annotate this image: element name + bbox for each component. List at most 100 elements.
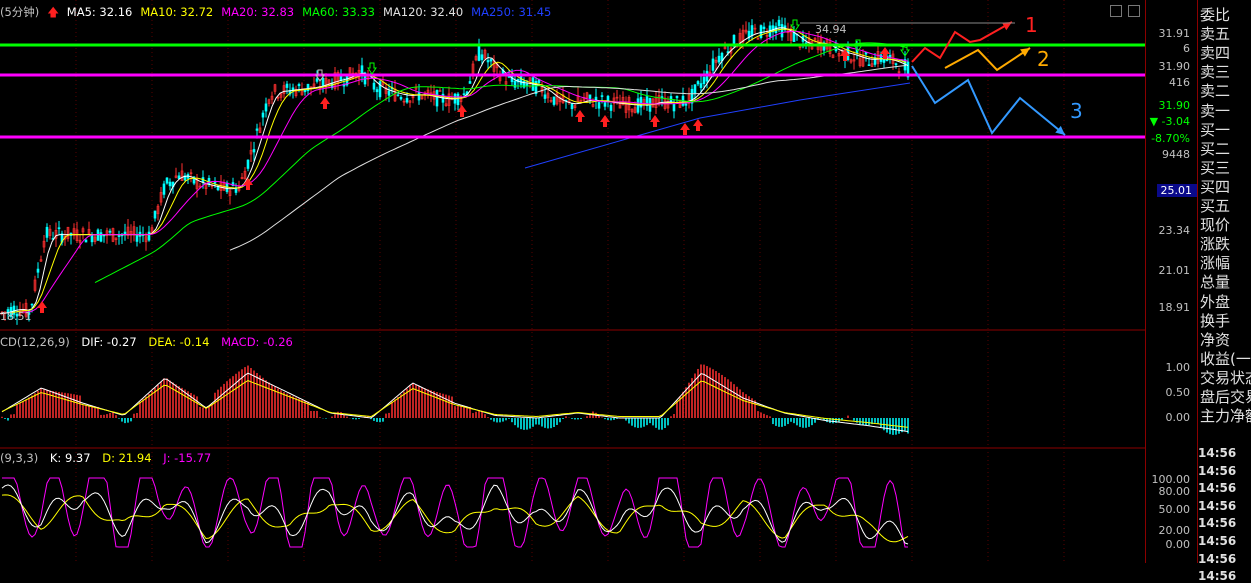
scenario-2-arrow xyxy=(944,47,1031,72)
candle-body xyxy=(636,98,640,113)
axis-label: 31.90 xyxy=(1158,60,1191,73)
side-item-7[interactable]: 买二 xyxy=(1200,139,1230,159)
kdj-title: (9,3,3) xyxy=(0,451,39,465)
side-item-6[interactable]: 买一 xyxy=(1200,120,1230,140)
candle-body xyxy=(777,19,781,27)
scenario-arrows xyxy=(911,21,1066,136)
side-item-20[interactable]: 盘后交易 xyxy=(1200,387,1251,407)
side-item-5[interactable]: 卖一 xyxy=(1200,101,1230,121)
macd-axis-label: 1.00 xyxy=(1165,361,1191,374)
candle-body xyxy=(792,32,796,42)
macd-legend: CD(12,26,9) DIF: -0.27 DEA: -0.14 MACD: … xyxy=(0,335,301,349)
buy-signal-icon xyxy=(37,301,47,313)
candle-body xyxy=(135,235,139,242)
restore-window-icon[interactable] xyxy=(1110,5,1122,17)
side-item-19[interactable]: 交易状态 xyxy=(1200,368,1251,388)
candle-body xyxy=(30,303,34,306)
macd-axis-label: 0.50 xyxy=(1165,386,1191,399)
ma-legend-4: MA120: 32.40 xyxy=(382,5,464,19)
kdj-j-line xyxy=(2,477,908,548)
side-item-15[interactable]: 外盘 xyxy=(1200,292,1230,312)
side-item-14[interactable]: 总量 xyxy=(1200,272,1230,292)
stock-chart[interactable]: 34.94 18.51 1 2 3 xyxy=(0,0,1145,563)
axis-label: 31.91 xyxy=(1158,27,1191,40)
moving-average-lines xyxy=(0,27,911,315)
right-axis: 31.91 6 31.90 416 31.90 ▼ -3.04 -8.70% 9… xyxy=(1145,0,1198,563)
time-label-2: 14:56 xyxy=(1198,481,1237,496)
ma5-line xyxy=(0,27,909,315)
candle-body xyxy=(696,81,700,85)
candle-body xyxy=(480,54,484,60)
candle-body xyxy=(477,45,481,61)
kdj-axis-label: 80.00 xyxy=(1158,485,1191,498)
candle-body xyxy=(246,159,250,169)
side-item-8[interactable]: 买三 xyxy=(1200,158,1230,178)
period-label[interactable]: (5分钟) xyxy=(0,5,39,19)
time-label-4: 14:56 xyxy=(1198,516,1237,531)
axis-label: 18.91 xyxy=(1158,301,1191,314)
side-item-12[interactable]: 涨跌 xyxy=(1200,234,1230,254)
candle-body xyxy=(168,181,172,187)
candle-body xyxy=(162,183,166,195)
buy-signal-icon xyxy=(243,178,253,190)
macd-axis-label: 0.00 xyxy=(1165,411,1191,424)
ma10-line xyxy=(9,28,907,314)
axis-label: 9448 xyxy=(1162,148,1190,161)
candle-body xyxy=(717,55,721,63)
kdj-axis-label: 50.00 xyxy=(1158,503,1191,516)
candle-body xyxy=(321,77,325,86)
candle-body xyxy=(684,103,688,106)
ma120-line xyxy=(229,65,907,251)
macd-dea-line xyxy=(1,380,909,428)
macd-dif-line xyxy=(1,372,909,432)
axis-label: 31.90 xyxy=(1158,99,1191,112)
axis-label: -8.70% xyxy=(1151,132,1190,145)
side-item-13[interactable]: 涨幅 xyxy=(1200,253,1230,273)
candle-body xyxy=(153,210,157,219)
macd-value: MACD: -0.26 xyxy=(221,335,293,349)
side-item-4[interactable]: 卖二 xyxy=(1200,81,1230,101)
candle-body xyxy=(603,102,607,107)
kdj-j: J: -15.77 xyxy=(163,451,212,465)
kdj-legend: (9,3,3) K: 9.37 D: 21.94 J: -15.77 xyxy=(0,451,219,465)
side-item-17[interactable]: 净资 xyxy=(1200,330,1230,350)
candle-body xyxy=(672,104,676,112)
candle-body xyxy=(435,89,439,107)
sell-signal-icon xyxy=(367,62,377,75)
side-item-0[interactable]: 委比 xyxy=(1200,5,1230,25)
side-item-11[interactable]: 现价 xyxy=(1200,215,1230,235)
macd-panel xyxy=(1,364,909,435)
side-item-3[interactable]: 卖三 xyxy=(1200,62,1230,82)
candle-body xyxy=(315,78,319,82)
side-item-21[interactable]: 主力净额 xyxy=(1200,406,1251,426)
candle-body xyxy=(468,81,472,84)
side-item-18[interactable]: 收益(一) xyxy=(1200,349,1251,369)
candle-body xyxy=(57,227,61,230)
candle-body xyxy=(213,181,217,184)
candle-body xyxy=(108,230,112,233)
side-item-1[interactable]: 卖五 xyxy=(1200,24,1230,44)
candle-body xyxy=(417,91,421,101)
side-item-16[interactable]: 换手 xyxy=(1200,311,1230,331)
candle-body xyxy=(207,177,211,185)
maximize-window-icon[interactable] xyxy=(1128,5,1140,17)
kdj-axis-label: 20.00 xyxy=(1158,524,1191,537)
side-item-10[interactable]: 买五 xyxy=(1200,196,1230,216)
buy-signal-icon xyxy=(693,119,703,131)
quote-side-panel: 委比 卖五 卖四 卖三 卖二 卖一 买一 买二 买三 买四 买五 现价 涨跌 涨幅 总量 外盘 换手 净资 收益(一… xyxy=(1197,0,1251,563)
candle-body xyxy=(489,59,493,62)
macd-title: CD(12,26,9) xyxy=(0,335,70,349)
candle-body xyxy=(552,96,556,105)
candle-body xyxy=(405,98,409,103)
buy-signal-icon xyxy=(320,97,330,109)
side-item-9[interactable]: 买四 xyxy=(1200,177,1230,197)
time-label-0: 14:56 xyxy=(1198,446,1237,460)
candle-body xyxy=(711,58,715,71)
ma-legend-5: MA250: 31.45 xyxy=(471,5,552,19)
candle-body xyxy=(96,229,100,241)
candle-body xyxy=(252,149,256,153)
time-label-3: 14:56 xyxy=(1198,498,1237,513)
kdj-panel xyxy=(1,477,909,548)
candle-body xyxy=(36,268,40,273)
side-item-2[interactable]: 卖四 xyxy=(1200,43,1230,63)
